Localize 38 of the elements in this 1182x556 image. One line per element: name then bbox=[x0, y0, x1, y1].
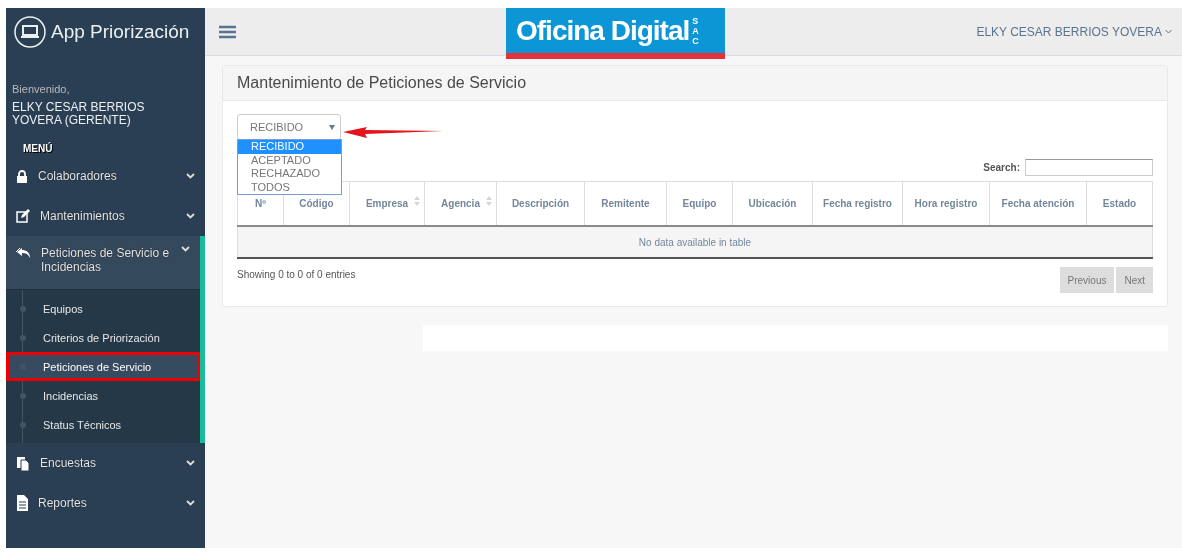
submenu-item[interactable]: Status Técnicos bbox=[6, 410, 200, 439]
search-label: Search: bbox=[983, 161, 1020, 173]
submenu-item[interactable]: Incidencias bbox=[6, 381, 200, 410]
dropdown-caret-icon bbox=[329, 124, 335, 130]
menu-item[interactable]: Mantenimientos bbox=[6, 196, 205, 236]
submenu-item[interactable]: Criterios de Priorización bbox=[6, 323, 200, 352]
status-select[interactable]: RECIBIDO bbox=[237, 114, 341, 140]
chevron-icon bbox=[1165, 29, 1172, 34]
table-info: Showing 0 to 0 of 0 entries bbox=[237, 269, 356, 280]
menu-item[interactable]: Peticiones de Servicio e Incidencias bbox=[6, 236, 200, 290]
dropdown-option[interactable]: ACEPTADO bbox=[238, 153, 341, 167]
chevron-icon bbox=[186, 213, 195, 219]
app-title: App Priorización bbox=[51, 20, 190, 43]
dropdown-option[interactable]: RECHAZADO bbox=[238, 167, 341, 181]
chevron-icon bbox=[186, 500, 195, 506]
reply-all-icon bbox=[16, 246, 31, 258]
menu-heading: MENÚ bbox=[23, 143, 54, 154]
chevron-icon bbox=[186, 173, 195, 179]
copy-icon bbox=[16, 455, 30, 471]
dropdown-option[interactable]: RECIBIDO bbox=[238, 140, 341, 154]
chevron-icon bbox=[186, 460, 195, 466]
submenu-item[interactable]: Peticiones de Servicio bbox=[6, 352, 200, 381]
menu-icon[interactable] bbox=[219, 24, 236, 39]
laptop-icon bbox=[14, 15, 46, 48]
lock-icon bbox=[16, 169, 28, 183]
chevron-icon bbox=[181, 246, 190, 252]
user-menu[interactable]: ELKY CESAR BERRIOS YOVERA bbox=[976, 24, 1172, 39]
file-icon bbox=[16, 495, 28, 511]
welcome-text: Bienvenido, bbox=[12, 83, 71, 95]
menu-item[interactable]: Encuestas bbox=[6, 443, 205, 483]
user-name: ELKY CESAR BERRIOS YOVERA (GERENTE) bbox=[12, 101, 146, 127]
search-field[interactable] bbox=[1025, 158, 1153, 176]
empty-table-message: No data available in table bbox=[237, 226, 1153, 258]
panel-title: Mantenimiento de Peticiones de Servicio bbox=[237, 74, 527, 92]
submenu-item[interactable]: Equipos bbox=[6, 294, 200, 323]
edit-icon bbox=[16, 209, 30, 223]
menu-item[interactable]: Reportes bbox=[6, 483, 205, 523]
menu-item[interactable]: Colaboradores bbox=[6, 156, 205, 196]
